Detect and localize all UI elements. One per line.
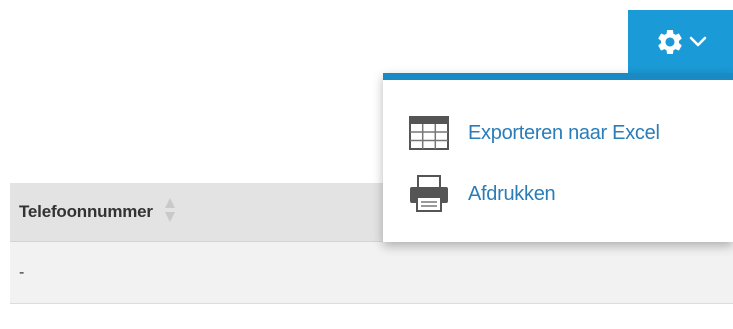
page: Telefoonnummer - Exporteren naar Excel A… bbox=[0, 0, 733, 329]
gear-icon bbox=[657, 29, 682, 54]
menu-item-label: Afdrukken bbox=[468, 182, 556, 205]
settings-dropdown-button[interactable] bbox=[628, 10, 733, 73]
menu-item-label: Exporteren naar Excel bbox=[468, 121, 660, 144]
sort-icon[interactable] bbox=[164, 197, 176, 228]
menu-item-export-excel[interactable]: Exporteren naar Excel bbox=[409, 115, 660, 151]
table-cell-telefoonnummer: - bbox=[19, 263, 25, 281]
chevron-down-icon bbox=[689, 36, 706, 46]
settings-dropdown-menu: Exporteren naar Excel Afdrukken bbox=[383, 73, 733, 242]
column-header-telefoonnummer[interactable]: Telefoonnummer bbox=[19, 202, 153, 222]
table-row[interactable]: - bbox=[10, 242, 733, 304]
printer-icon bbox=[409, 175, 449, 212]
table-grid-icon bbox=[409, 115, 449, 151]
menu-item-print[interactable]: Afdrukken bbox=[409, 175, 556, 212]
